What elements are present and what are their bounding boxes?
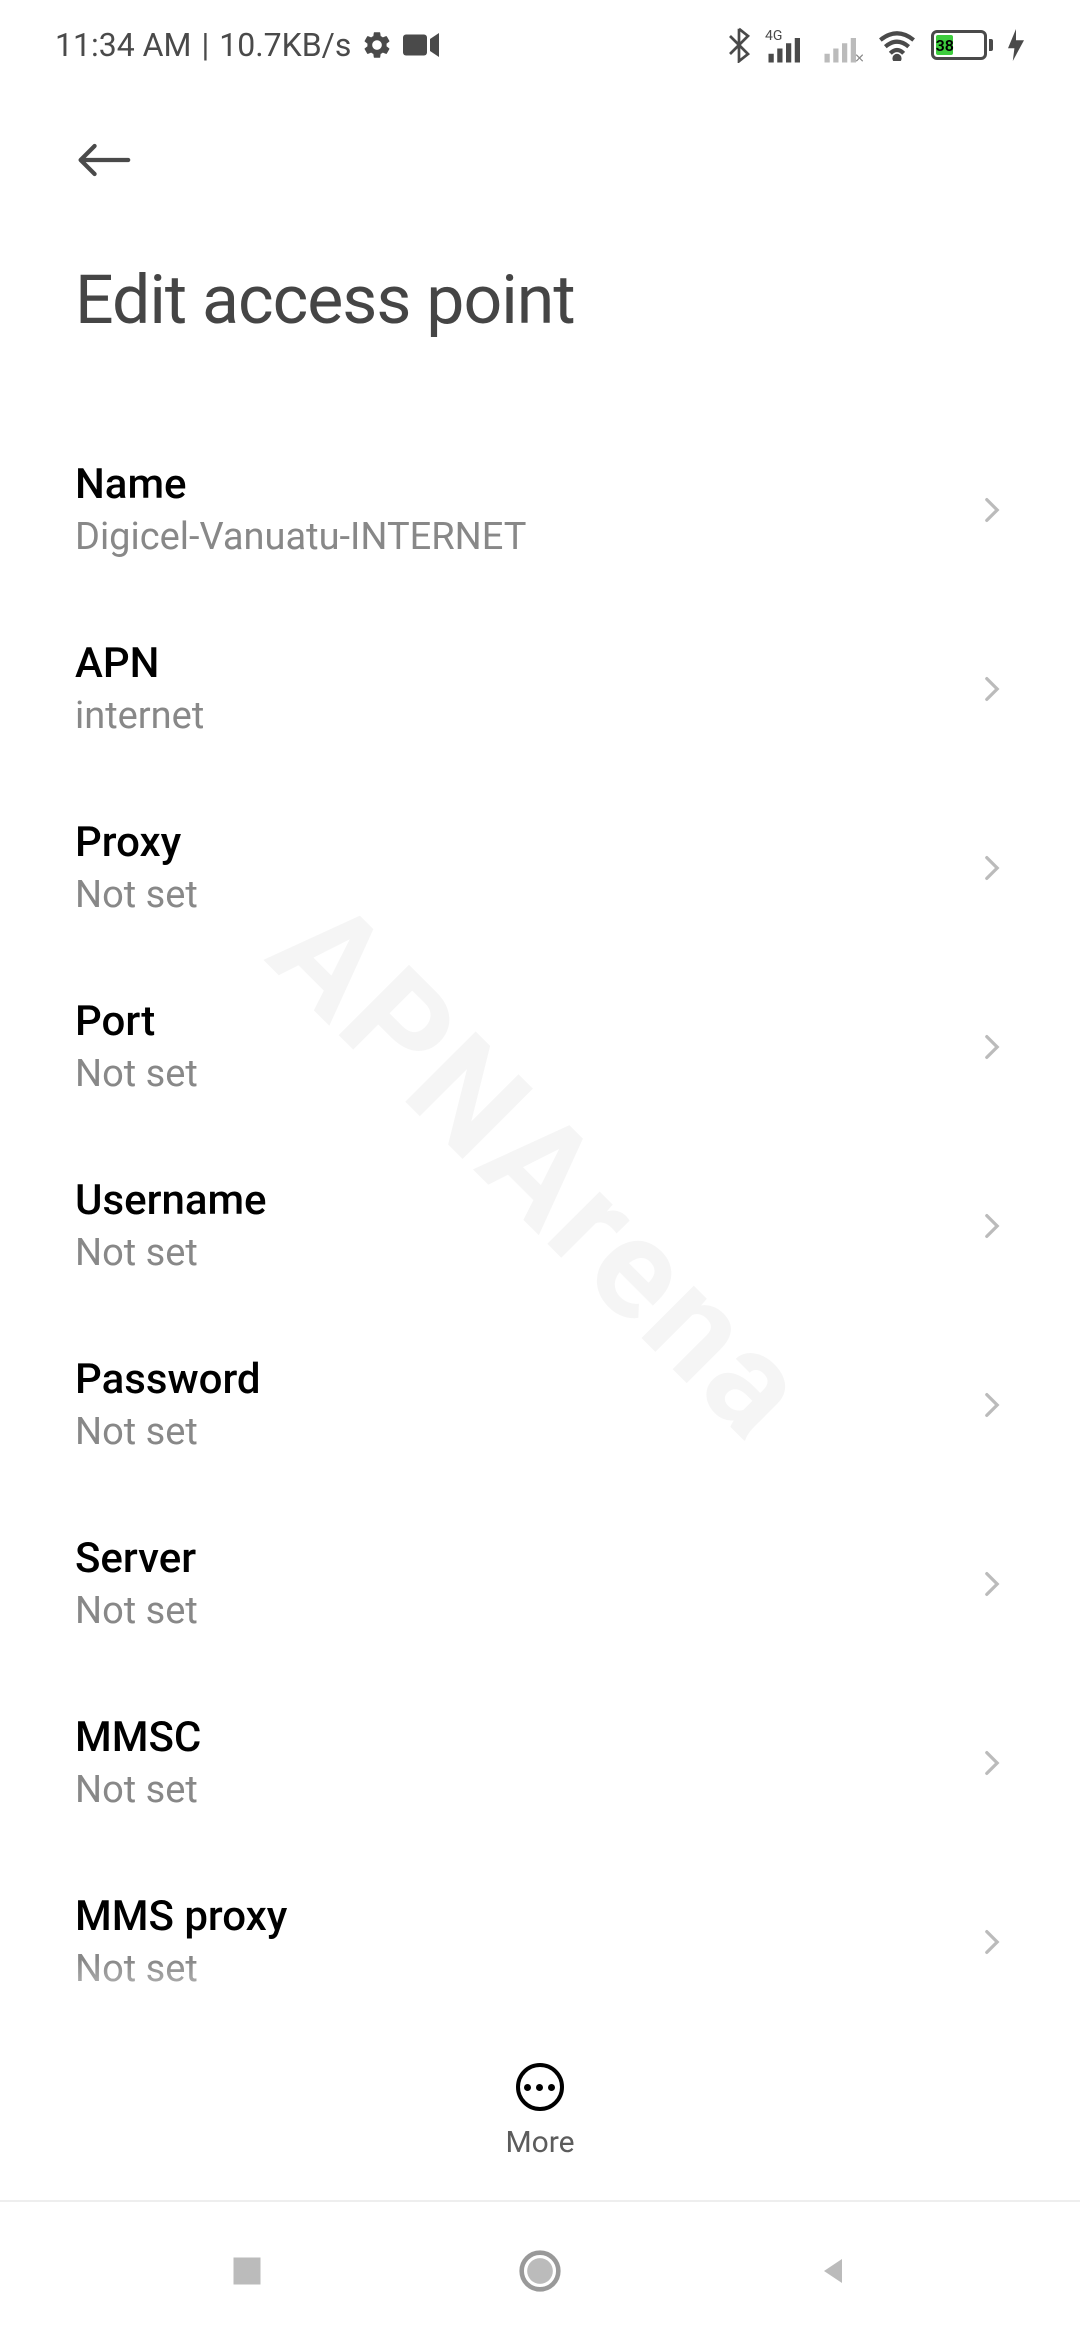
setting-value: Not set bbox=[75, 1231, 979, 1275]
setting-value: Not set bbox=[75, 1589, 979, 1633]
status-separator: | bbox=[201, 26, 209, 64]
chevron-right-icon bbox=[979, 497, 1005, 523]
chevron-right-icon bbox=[979, 855, 1005, 881]
chevron-right-icon bbox=[979, 1392, 1005, 1418]
setting-item-proxy[interactable]: Proxy Not set bbox=[75, 778, 1005, 957]
setting-label: Password bbox=[75, 1355, 979, 1404]
setting-value: Digicel-Vanuatu-INTERNET bbox=[75, 515, 979, 559]
camera-icon bbox=[403, 31, 439, 59]
setting-value: Not set bbox=[75, 1768, 979, 1812]
battery-level: 38 bbox=[936, 35, 953, 55]
battery-icon: 38 bbox=[931, 30, 993, 60]
chevron-right-icon bbox=[979, 1929, 1005, 1955]
header: Edit access point bbox=[0, 90, 1080, 370]
setting-item-server[interactable]: Server Not set bbox=[75, 1494, 1005, 1673]
status-bar: 11:34 AM | 10.7KB/s 4G ✕ 38 bbox=[0, 0, 1080, 90]
setting-label: Username bbox=[75, 1176, 979, 1225]
setting-item-mms-proxy[interactable]: MMS proxy Not set bbox=[75, 1852, 1005, 2031]
status-right: 4G ✕ 38 bbox=[727, 27, 1025, 63]
chevron-right-icon bbox=[979, 1571, 1005, 1597]
setting-label: Name bbox=[75, 460, 979, 509]
setting-label: MMSC bbox=[75, 1713, 979, 1762]
setting-item-username[interactable]: Username Not set bbox=[75, 1136, 1005, 1315]
page-title: Edit access point bbox=[75, 260, 1005, 340]
chevron-right-icon bbox=[979, 676, 1005, 702]
setting-item-port[interactable]: Port Not set bbox=[75, 957, 1005, 1136]
setting-label: Proxy bbox=[75, 818, 979, 867]
setting-value: Not set bbox=[75, 1410, 979, 1454]
bluetooth-icon bbox=[727, 27, 751, 63]
nav-home-button[interactable] bbox=[510, 2241, 570, 2301]
chevron-right-icon bbox=[979, 1213, 1005, 1239]
setting-item-apn[interactable]: APN internet bbox=[75, 599, 1005, 778]
more-icon bbox=[516, 2063, 564, 2111]
charging-icon bbox=[1007, 29, 1025, 61]
setting-item-name[interactable]: Name Digicel-Vanuatu-INTERNET bbox=[75, 420, 1005, 599]
chevron-right-icon bbox=[979, 1034, 1005, 1060]
setting-value: Not set bbox=[75, 873, 979, 917]
setting-value: internet bbox=[75, 694, 979, 738]
status-left: 11:34 AM | 10.7KB/s bbox=[55, 26, 439, 64]
bottom-action-bar: More bbox=[0, 2033, 1080, 2160]
setting-value: Not set bbox=[75, 1052, 979, 1096]
setting-item-mmsc[interactable]: MMSC Not set bbox=[75, 1673, 1005, 1852]
settings-icon bbox=[361, 29, 393, 61]
svg-text:4G: 4G bbox=[765, 28, 782, 44]
signal-none-icon: ✕ bbox=[821, 27, 863, 63]
status-data-rate: 10.7KB/s bbox=[219, 26, 351, 64]
nav-recent-button[interactable] bbox=[217, 2241, 277, 2301]
back-button[interactable] bbox=[75, 130, 135, 190]
wifi-icon bbox=[877, 29, 917, 61]
signal-4g-icon: 4G bbox=[765, 27, 807, 63]
setting-label: APN bbox=[75, 639, 979, 688]
chevron-right-icon bbox=[979, 1750, 1005, 1776]
setting-label: MMS proxy bbox=[75, 1892, 979, 1941]
setting-item-password[interactable]: Password Not set bbox=[75, 1315, 1005, 1494]
nav-back-button[interactable] bbox=[803, 2241, 863, 2301]
svg-text:✕: ✕ bbox=[854, 52, 863, 64]
setting-value: Not set bbox=[75, 1947, 979, 1991]
setting-label: Port bbox=[75, 997, 979, 1046]
settings-list: Name Digicel-Vanuatu-INTERNET APN intern… bbox=[0, 370, 1080, 2031]
status-time: 11:34 AM bbox=[55, 26, 191, 64]
more-button[interactable]: More bbox=[505, 2063, 574, 2160]
navigation-bar bbox=[0, 2200, 1080, 2340]
setting-label: Server bbox=[75, 1534, 979, 1583]
more-label: More bbox=[505, 2125, 574, 2160]
